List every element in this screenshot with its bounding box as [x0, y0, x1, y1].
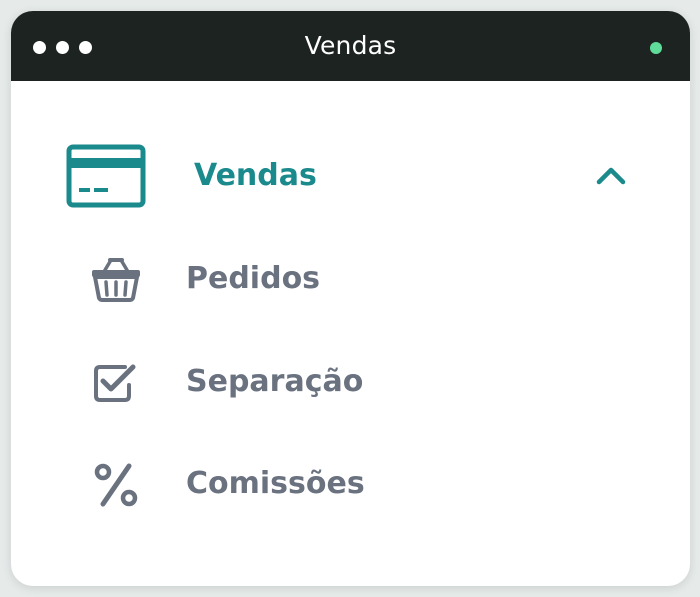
status-indicator	[650, 42, 662, 54]
submenu-item-label: Pedidos	[186, 261, 321, 296]
chevron-up-icon[interactable]	[595, 164, 627, 186]
submenu-item-separacao[interactable]: Separação	[11, 352, 690, 412]
app-window: Vendas Vendas Pedidos Separação Comissõe…	[11, 11, 690, 586]
percent-icon	[94, 463, 138, 507]
menu-group-label: Vendas	[194, 158, 317, 193]
submenu-item-label: Separação	[186, 364, 364, 399]
window-title: Vendas	[304, 31, 397, 60]
submenu-item-comissoes[interactable]: Comissões	[11, 454, 690, 514]
shopping-basket-icon	[92, 258, 140, 302]
checkbox-checked-icon	[94, 364, 136, 402]
submenu-item-label: Comissões	[186, 466, 365, 501]
submenu-item-pedidos[interactable]: Pedidos	[11, 249, 690, 309]
credit-card-icon	[66, 144, 146, 208]
menu-group-vendas[interactable]: Vendas	[11, 141, 690, 211]
title-bar: Vendas	[11, 11, 690, 81]
